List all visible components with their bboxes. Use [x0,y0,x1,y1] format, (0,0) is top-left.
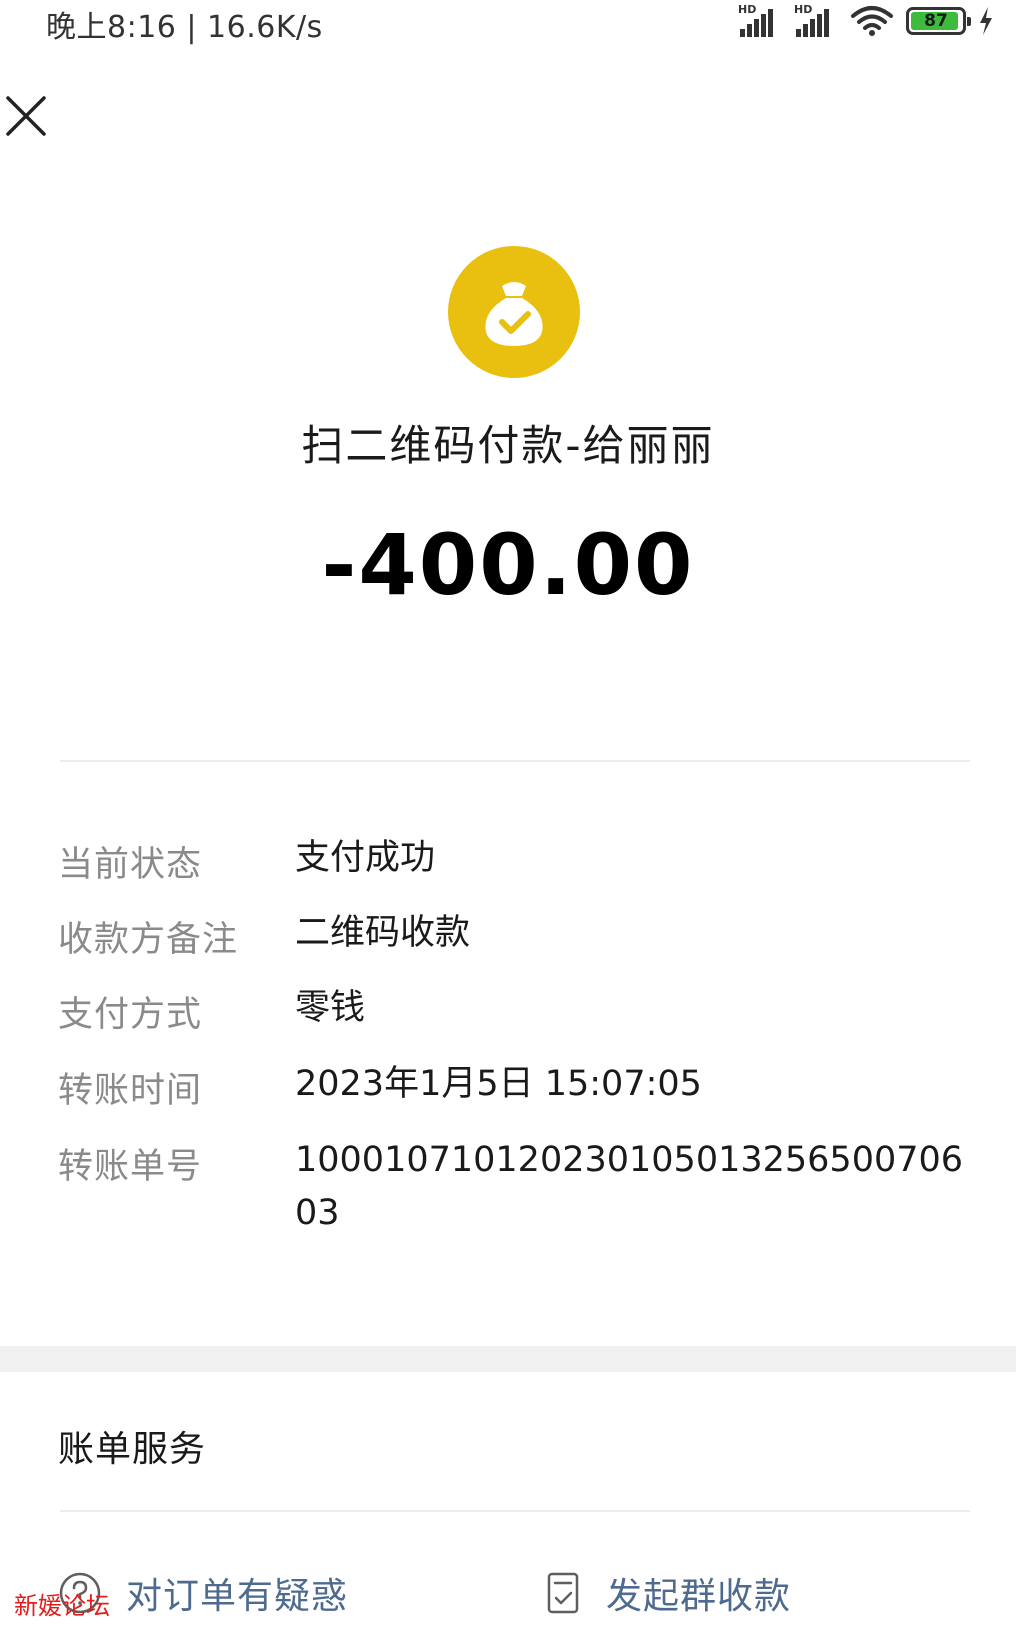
detail-value: 零钱 [295,988,366,1028]
detail-label: 收款方备注 [58,920,239,960]
signal-icon-2: HD [794,3,838,37]
detail-row-status: 当前状态 支付成功 [58,836,978,887]
detail-value: 支付成功 [295,838,436,878]
close-button[interactable] [4,94,48,138]
detail-row-payment-method: 支付方式 零钱 [58,986,978,1037]
detail-value[interactable]: 10001071012023010501325650070603 [295,1134,965,1240]
group-collection-label: 发起群收款 [606,1576,792,1617]
status-icons: HD HD 87 [738,3,994,38]
detail-row-transfer-time: 转账时间 2023年1月5日 15:07:05 [58,1062,978,1113]
detail-row-transfer-number: 转账单号 10001071012023010501325650070603 [58,1138,978,1240]
divider [60,760,970,762]
bill-services-title: 账单服务 [58,1429,207,1470]
document-check-icon [547,1572,579,1614]
divider [60,1510,970,1512]
watermark-text: 新媛论坛 [14,1592,110,1620]
detail-value: 2023年1月5日 15:07:05 [295,1064,702,1104]
signal-icon: HD [738,3,782,37]
battery-icon: 87 [906,7,971,35]
order-question-label: 对订单有疑惑 [126,1576,349,1617]
detail-value: 二维码收款 [295,913,471,953]
charging-icon [980,7,992,35]
detail-row-payee-note: 收款方备注 二维码收款 [58,911,978,962]
detail-label: 转账单号 [58,1147,203,1187]
section-separator [0,1346,1016,1372]
transaction-amount: -400.00 [321,516,695,614]
detail-label: 当前状态 [58,845,203,885]
group-collection-button[interactable]: 发起群收款 [546,1562,791,1624]
detail-label: 转账时间 [58,1071,203,1111]
detail-label: 支付方式 [58,995,203,1035]
wifi-icon [851,6,893,36]
battery-level: 87 [924,11,948,31]
money-bag-check-icon [448,246,580,378]
status-bar: 晚上8:16 | 16.6K/s HD HD 87 [0,0,1016,45]
payee-title: 扫二维码付款-给丽丽 [301,421,715,470]
status-time-speed: 晚上8:16 | 16.6K/s [46,10,323,45]
close-icon [6,96,46,136]
